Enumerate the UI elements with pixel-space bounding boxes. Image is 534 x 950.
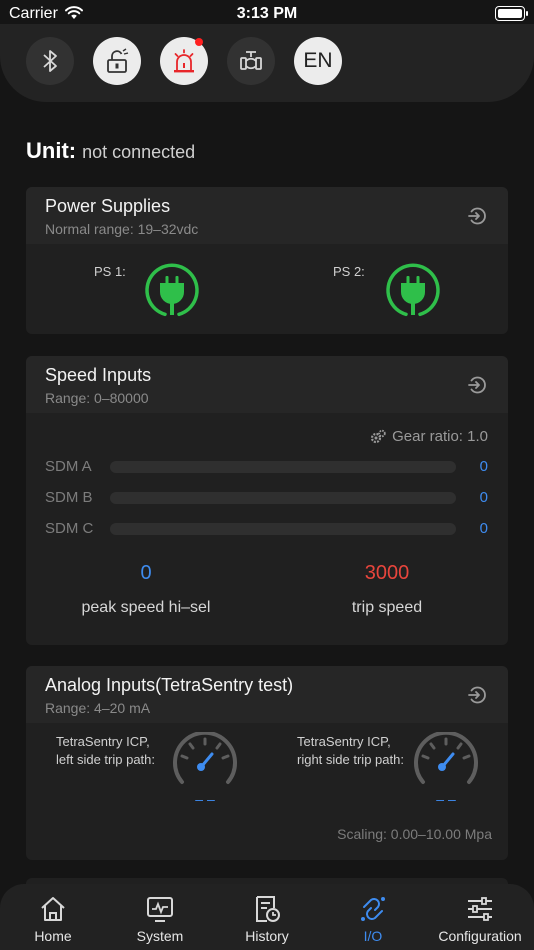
- tab-history[interactable]: History: [227, 894, 307, 944]
- right-pressure-value: – –: [436, 791, 456, 807]
- enter-arrow-icon[interactable]: [467, 685, 487, 705]
- language-label: EN: [303, 49, 333, 72]
- right-trip-path-label: TetraSentry ICP, right side trip path:: [297, 734, 404, 767]
- history-icon: [256, 896, 280, 922]
- ps1-label: PS 1:: [94, 264, 126, 279]
- clock: 3:13 PM: [236, 5, 298, 22]
- gear-ratio-label: Gear ratio: 1.0: [392, 428, 488, 445]
- tab-system[interactable]: System: [120, 894, 200, 944]
- tab-configuration[interactable]: Configuration: [430, 894, 530, 944]
- ps2-plug-icon: [386, 263, 440, 317]
- sdm-c-bar: [110, 523, 456, 535]
- sdm-c-value: 0: [479, 520, 488, 537]
- tab-home-label: Home: [34, 928, 72, 944]
- language-button[interactable]: EN: [294, 37, 342, 85]
- sdm-a-label: SDM A: [45, 458, 92, 475]
- power-supplies-header[interactable]: Power Supplies Normal range: 19–32vdc: [26, 187, 508, 244]
- scaling-label: Scaling: 0.00–10.00 Mpa: [337, 826, 492, 842]
- speed-inputs-header[interactable]: Speed Inputs Range: 0–80000: [26, 356, 508, 413]
- analog-inputs-title: Analog Inputs(TetraSentry test): [45, 675, 294, 695]
- alarm-icon: [174, 49, 194, 73]
- tab-system-label: System: [136, 928, 184, 944]
- bluetooth-icon: [43, 50, 57, 72]
- unit-status: Unit: not connected: [26, 138, 195, 164]
- unlock-button[interactable]: [93, 37, 141, 85]
- alarm-notification-dot: [195, 38, 203, 46]
- unlock-icon: [107, 48, 129, 73]
- speed-inputs-card: Speed Inputs Range: 0–80000 Gear ratio: …: [26, 356, 508, 645]
- gear-icon: [371, 429, 386, 443]
- sliders-icon: [468, 897, 492, 921]
- sdm-a-value: 0: [479, 458, 488, 475]
- home-icon: [41, 897, 65, 921]
- bottom-tab-bar: Home System History I/O Configuration: [0, 884, 534, 950]
- tab-io[interactable]: I/O: [333, 894, 413, 944]
- analog-inputs-header[interactable]: Analog Inputs(TetraSentry test) Range: 4…: [26, 666, 508, 723]
- speed-inputs-title: Speed Inputs: [45, 365, 152, 385]
- analog-inputs-range: Range: 4–20 mA: [45, 700, 151, 716]
- power-supplies-card: Power Supplies Normal range: 19–32vdc PS…: [26, 187, 508, 334]
- tab-home[interactable]: Home: [13, 894, 93, 944]
- sdm-b-label: SDM B: [45, 489, 93, 506]
- ps1-plug-icon: [145, 263, 199, 317]
- gear-ratio: Gear ratio: 1.0: [370, 428, 488, 445]
- valve-button[interactable]: [227, 37, 275, 85]
- sdm-c-label: SDM C: [45, 520, 94, 537]
- unit-value: not connected: [82, 142, 196, 162]
- peak-speed-value: 0: [140, 562, 152, 584]
- io-icon: [361, 897, 385, 921]
- peak-speed-label: peak speed hi–sel: [81, 599, 211, 616]
- power-supplies-range: Normal range: 19–32vdc: [45, 221, 199, 237]
- left-pressure-value: – –: [195, 791, 215, 807]
- system-icon: [147, 897, 173, 922]
- power-supplies-title: Power Supplies: [45, 196, 171, 216]
- speed-inputs-range: Range: 0–80000: [45, 390, 149, 406]
- sdm-b-bar: [110, 492, 456, 504]
- bluetooth-button[interactable]: [26, 37, 74, 85]
- tab-io-label: I/O: [363, 928, 383, 944]
- battery-icon: [495, 6, 528, 21]
- tab-history-label: History: [245, 928, 289, 944]
- sdm-b-value: 0: [479, 489, 488, 506]
- right-pressure-gauge-icon: [414, 732, 478, 784]
- ps2-label: PS 2:: [333, 264, 365, 279]
- left-trip-path-label: TetraSentry ICP, left side trip path:: [56, 734, 155, 767]
- trip-speed-label: trip speed: [351, 599, 423, 616]
- alarm-button[interactable]: [160, 37, 208, 85]
- tab-configuration-label: Configuration: [438, 928, 522, 944]
- valve-icon: [240, 51, 262, 70]
- left-pressure-gauge-icon: [173, 732, 237, 784]
- trip-speed-value: 3000: [364, 562, 410, 584]
- enter-arrow-icon[interactable]: [467, 206, 487, 226]
- top-toolbar: EN: [0, 24, 534, 102]
- analog-inputs-card: Analog Inputs(TetraSentry test) Range: 4…: [26, 666, 508, 860]
- enter-arrow-icon[interactable]: [467, 375, 487, 395]
- unit-label: Unit:: [26, 138, 77, 163]
- sdm-a-bar: [110, 461, 456, 473]
